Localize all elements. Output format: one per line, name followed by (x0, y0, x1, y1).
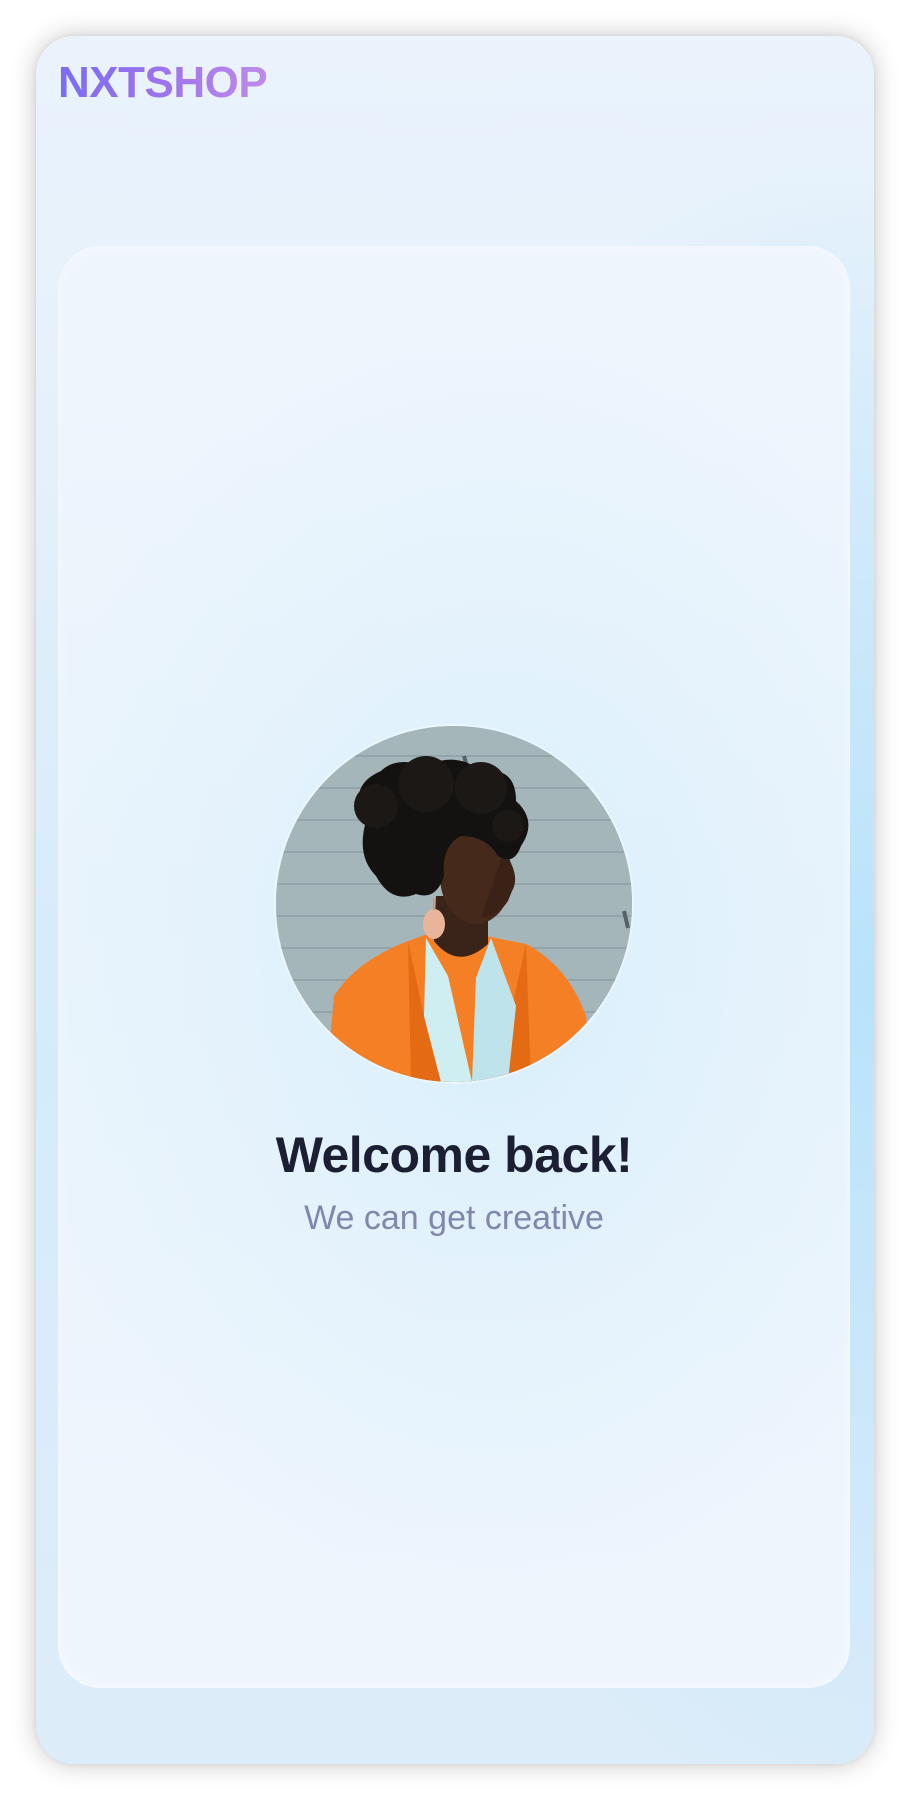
profile-photo-image (276, 726, 632, 1082)
app-screen: NXTSHOP Welcome back! We can get creativ… (36, 36, 874, 1764)
welcome-card: Welcome back! We can get creative (58, 246, 850, 1688)
avatar (276, 726, 632, 1082)
app-logo[interactable]: NXTSHOP (58, 58, 268, 108)
welcome-title: Welcome back! (275, 1127, 633, 1183)
welcome-subtitle: We can get creative (304, 1199, 604, 1237)
